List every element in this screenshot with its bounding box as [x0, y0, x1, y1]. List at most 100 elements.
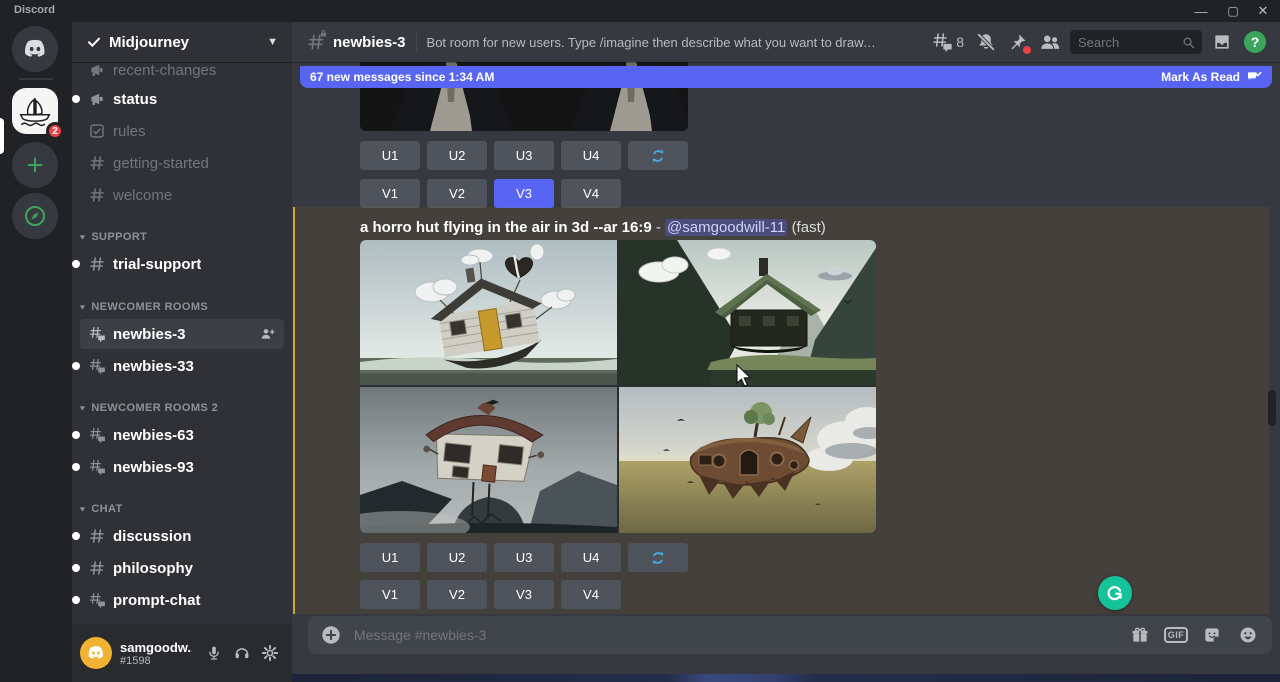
plus-icon	[24, 154, 46, 176]
u2-button[interactable]: U2	[427, 543, 487, 572]
mark-as-read-button[interactable]: Mark As Read	[1161, 70, 1240, 84]
channel-prompt-chat[interactable]: prompt-chat	[80, 586, 284, 614]
user-panel: samgoodw... #1598	[72, 624, 292, 682]
help-button[interactable]: ?	[1244, 31, 1266, 53]
grid-image-steampunk-hull[interactable]	[619, 387, 876, 533]
v4-button[interactable]: V4	[561, 179, 621, 208]
inbox-button[interactable]	[1210, 30, 1234, 54]
message2-content: a horro hut flying in the air in 3d --ar…	[360, 219, 826, 236]
hash-icon	[88, 527, 106, 545]
channel-newbies-63[interactable]: newbies-63	[80, 421, 284, 449]
user-info[interactable]: samgoodw... #1598	[120, 640, 200, 667]
hash-thread-icon	[88, 325, 106, 343]
announcement-icon	[88, 61, 106, 79]
sticker-picker-button[interactable]	[1200, 623, 1224, 647]
grid-image-mountain-cabin[interactable]	[619, 240, 876, 385]
search-input[interactable]	[1078, 35, 1181, 50]
v1-button[interactable]: V1	[360, 179, 420, 208]
category-newcomer-rooms[interactable]: ▼ NEWCOMER ROOMS	[78, 298, 286, 316]
pinned-messages-button[interactable]	[1006, 30, 1030, 54]
deafen-button[interactable]	[228, 639, 256, 667]
chat-scrollbar[interactable]	[1268, 66, 1276, 616]
channel-status[interactable]: status	[80, 85, 284, 113]
category-newcomer-rooms-2[interactable]: ▼ NEWCOMER ROOMS 2	[78, 399, 286, 417]
v2-button[interactable]: V2	[427, 580, 487, 609]
channel-newbies-3[interactable]: newbies-3	[80, 319, 284, 349]
category-support[interactable]: ▼ SUPPORT	[78, 228, 286, 246]
category-chat[interactable]: ▼ CHAT	[78, 500, 286, 518]
u1-button[interactable]: U1	[360, 141, 420, 170]
rules-icon	[88, 122, 106, 140]
v1-button[interactable]: V1	[360, 580, 420, 609]
gif-picker-button[interactable]: GIF	[1164, 623, 1188, 647]
v4-button[interactable]: V4	[561, 580, 621, 609]
grid-image-balloon-house[interactable]	[360, 240, 617, 385]
scrollbar-thumb[interactable]	[1268, 390, 1276, 426]
member-list-button[interactable]	[1038, 30, 1062, 54]
u1-button[interactable]: U1	[360, 543, 420, 572]
hash-icon	[88, 559, 106, 577]
channel-header: newbies-3 Bot room for new users. Type /…	[292, 22, 1280, 62]
user-mention[interactable]: @samgoodwill-11	[665, 219, 787, 236]
mute-mic-button[interactable]	[200, 639, 228, 667]
channel-discussion[interactable]: discussion	[80, 522, 284, 550]
speed-mode-label: (fast)	[792, 219, 826, 236]
channel-trial-support[interactable]: trial-support	[80, 250, 284, 278]
sticker-icon	[1202, 625, 1222, 645]
u3-button[interactable]: U3	[494, 543, 554, 572]
unread-indicator	[72, 463, 80, 471]
close-button[interactable]: ✕	[1248, 0, 1278, 22]
background-window-strip	[292, 674, 1280, 682]
rerun-button[interactable]	[628, 141, 688, 170]
add-server-button[interactable]	[12, 142, 58, 188]
home-button[interactable]	[12, 26, 58, 72]
message2-image-grid[interactable]	[360, 240, 876, 533]
maximize-button[interactable]: ▢	[1218, 0, 1248, 22]
threads-icon	[931, 31, 953, 53]
channel-welcome[interactable]: welcome	[80, 181, 284, 209]
chevron-down-icon: ▼	[78, 233, 87, 241]
search-box[interactable]	[1070, 30, 1202, 54]
create-invite-icon[interactable]	[260, 326, 276, 342]
hash-thread-icon	[88, 591, 106, 609]
rerun-button[interactable]	[628, 543, 688, 572]
composer-placeholder[interactable]: Message #newbies-3	[354, 627, 1116, 643]
grammarly-button[interactable]	[1098, 576, 1132, 610]
attach-plus-icon[interactable]	[320, 624, 342, 646]
channel-philosophy[interactable]: philosophy	[80, 554, 284, 582]
message1-upscale-row: U1 U2 U3 U4	[360, 141, 688, 170]
minimize-button[interactable]: —	[1186, 0, 1216, 22]
v2-button[interactable]: V2	[427, 179, 487, 208]
v3-button-selected[interactable]: V3	[494, 179, 554, 208]
grammarly-icon	[1104, 582, 1126, 604]
server-mention-badge: 2	[46, 122, 64, 140]
gift-icon	[1130, 625, 1150, 645]
v3-button[interactable]: V3	[494, 580, 554, 609]
emoji-picker-button[interactable]	[1236, 623, 1260, 647]
channel-newbies-33[interactable]: newbies-33	[80, 352, 284, 380]
unread-indicator	[72, 260, 80, 268]
u4-button[interactable]: U4	[561, 141, 621, 170]
user-settings-button[interactable]	[256, 639, 284, 667]
gear-icon	[261, 644, 279, 662]
gift-button[interactable]	[1128, 623, 1152, 647]
channel-newbies-93[interactable]: newbies-93	[80, 453, 284, 481]
channel-rules[interactable]: rules	[80, 117, 284, 145]
new-messages-banner[interactable]: 67 new messages since 1:34 AM Mark As Re…	[300, 66, 1272, 88]
u3-button[interactable]: U3	[494, 141, 554, 170]
notification-settings-button[interactable]	[974, 30, 998, 54]
grid-image-crooked-house[interactable]	[360, 387, 617, 533]
server-rail: 2	[0, 22, 72, 682]
message-composer[interactable]: Message #newbies-3 GIF	[308, 616, 1272, 654]
channel-topic[interactable]: Bot room for new users. Type /imagine th…	[427, 35, 879, 50]
inbox-icon	[1212, 32, 1232, 52]
threads-button[interactable]	[930, 30, 954, 54]
u4-button[interactable]: U4	[561, 543, 621, 572]
new-messages-text: 67 new messages since 1:34 AM	[310, 70, 494, 84]
user-avatar[interactable]	[80, 637, 112, 669]
channel-getting-started[interactable]: getting-started	[80, 149, 284, 177]
explore-servers-button[interactable]	[12, 193, 58, 239]
server-header[interactable]: Midjourney ▼	[72, 22, 292, 62]
u2-button[interactable]: U2	[427, 141, 487, 170]
chevron-down-icon: ▼	[78, 404, 87, 412]
